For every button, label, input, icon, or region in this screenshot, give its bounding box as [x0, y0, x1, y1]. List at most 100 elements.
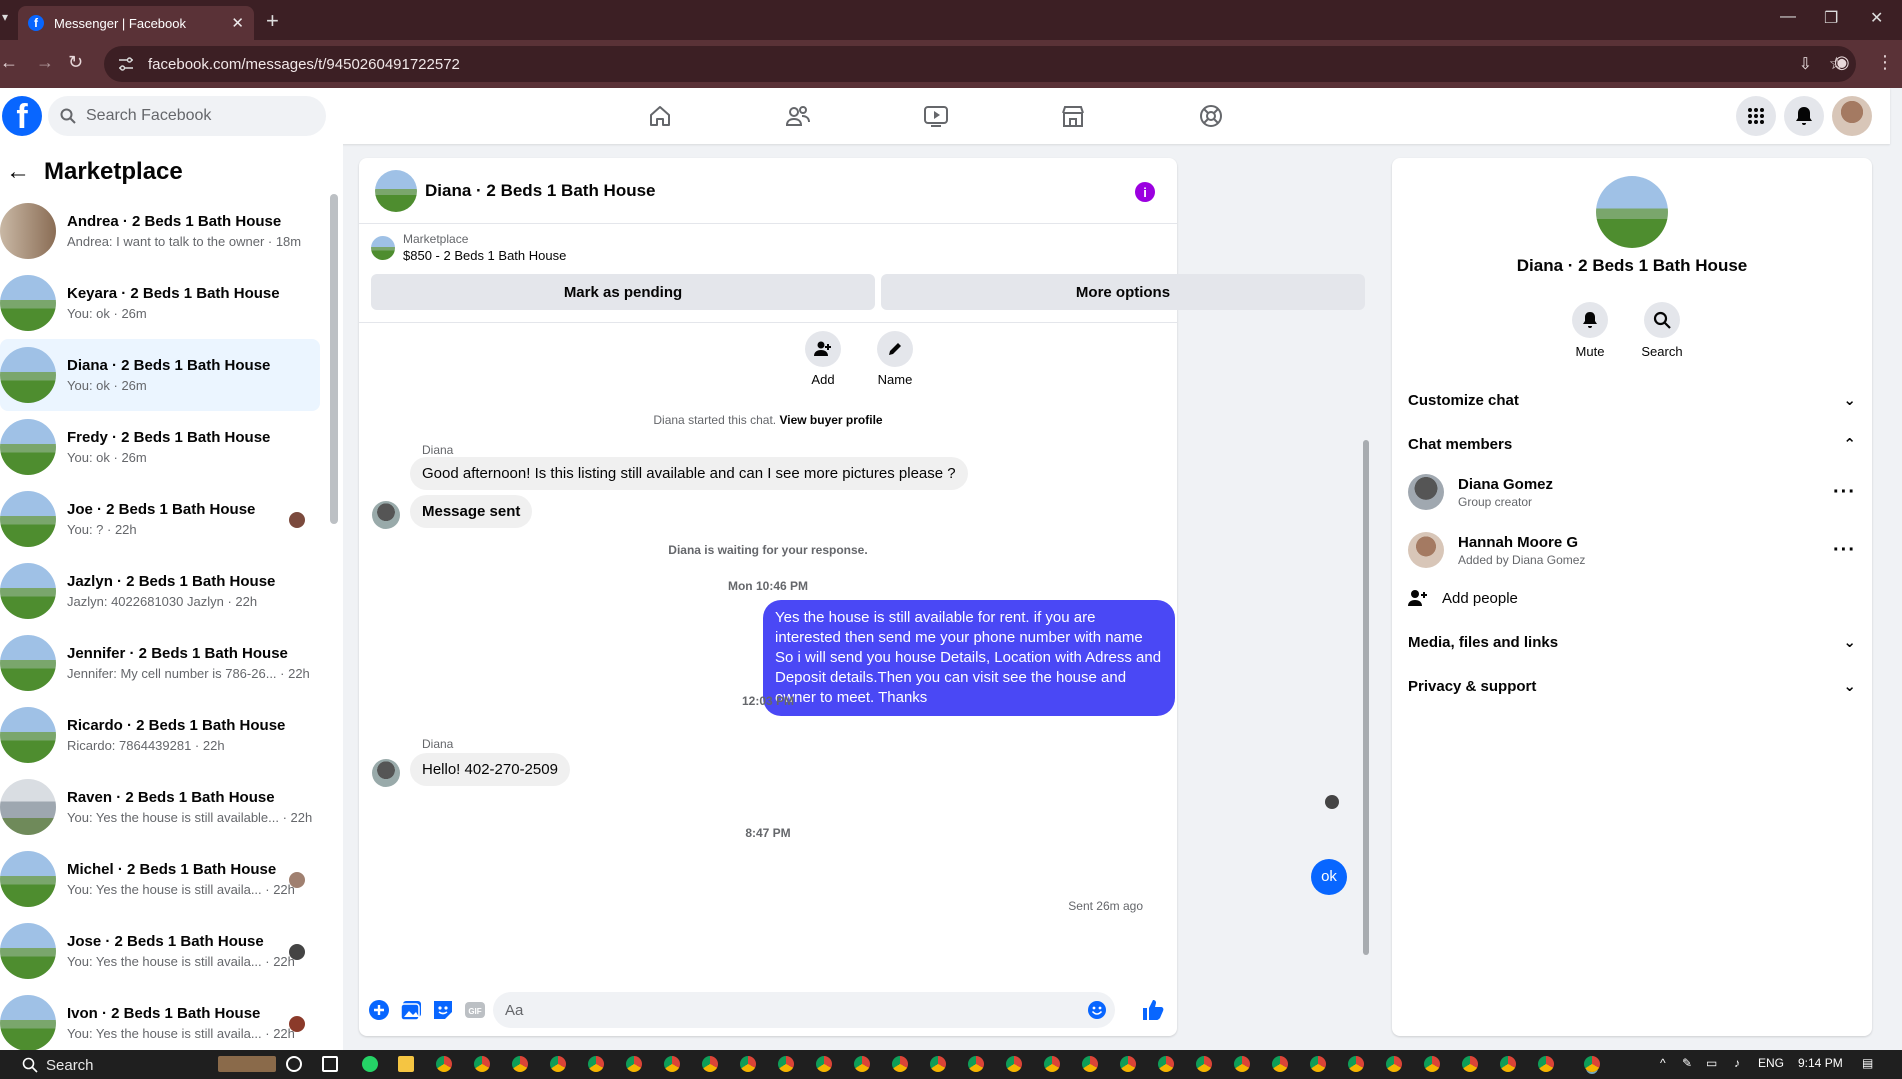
outgoing-message[interactable]: ok	[1311, 859, 1347, 895]
sticker-icon[interactable]	[431, 998, 455, 1022]
volume-icon[interactable]: ♪	[1734, 1056, 1740, 1070]
chrome-icon[interactable]	[854, 1056, 870, 1072]
conversation-item[interactable]: Keyara · 2 Beds 1 Bath House You: ok · 26…	[0, 267, 325, 339]
chrome-icon[interactable]	[1120, 1056, 1136, 1072]
conversation-item-active[interactable]: Diana · 2 Beds 1 Bath House You: ok · 26m	[0, 339, 320, 411]
whatsapp-icon[interactable]	[362, 1056, 378, 1072]
chat-members-row[interactable]: Chat members ⌃	[1408, 426, 1856, 462]
privacy-support-row[interactable]: Privacy & support ⌄	[1408, 668, 1856, 704]
chrome-icon[interactable]	[1006, 1056, 1022, 1072]
marketplace-icon[interactable]	[1057, 100, 1089, 132]
chrome-icon[interactable]	[702, 1056, 718, 1072]
listing-summary[interactable]: Marketplace $850 - 2 Beds 1 Bath House	[371, 232, 566, 263]
chrome-icon[interactable]	[892, 1056, 908, 1072]
plus-circle-icon[interactable]	[367, 998, 391, 1022]
media-files-links-row[interactable]: Media, files and links ⌄	[1408, 624, 1856, 660]
menu-grid-icon[interactable]	[1736, 96, 1776, 136]
photo-icon[interactable]	[399, 998, 423, 1022]
install-app-icon[interactable]: ⇩	[1799, 54, 1812, 74]
chrome-icon[interactable]	[968, 1056, 984, 1072]
chat-avatar-large[interactable]	[1596, 176, 1668, 248]
conversation-item[interactable]: Ivon · 2 Beds 1 Bath House You: Yes the h…	[0, 987, 325, 1050]
conversation-item[interactable]: Ricardo · 2 Beds 1 Bath House Ricardo: 78…	[0, 699, 325, 771]
conversation-item[interactable]: Raven · 2 Beds 1 Bath House You: Yes the …	[0, 771, 325, 843]
chrome-icon[interactable]	[436, 1056, 452, 1072]
add-member-button[interactable]: Add	[793, 331, 853, 387]
conversation-item[interactable]: Andrea · 2 Beds 1 Bath House Andrea: I wa…	[0, 195, 325, 267]
clock[interactable]: 9:14 PM	[1798, 1056, 1843, 1070]
chat-title[interactable]: Diana · 2 Beds 1 Bath House	[425, 181, 656, 201]
sender-avatar[interactable]	[372, 759, 400, 787]
back-arrow-icon[interactable]: ←	[6, 158, 30, 186]
chrome-icon[interactable]	[1044, 1056, 1060, 1072]
message-scrollbar[interactable]	[1363, 440, 1369, 955]
facebook-search-input[interactable]: Search Facebook	[48, 96, 326, 136]
new-tab-icon[interactable]: +	[266, 8, 279, 34]
restore-icon[interactable]: ❐	[1824, 8, 1838, 28]
tray-chevron-icon[interactable]: ^	[1660, 1056, 1666, 1070]
chrome-icon[interactable]	[664, 1056, 680, 1072]
facebook-logo-icon[interactable]: f	[2, 96, 42, 136]
incoming-message[interactable]: Good afternoon! Is this listing still av…	[410, 457, 968, 490]
notification-center-icon[interactable]: ▤	[1862, 1056, 1873, 1070]
language-indicator[interactable]: ENG	[1758, 1056, 1784, 1070]
watch-icon[interactable]	[920, 100, 952, 132]
search-in-chat-button[interactable]: Search	[1632, 302, 1692, 359]
task-view-icon[interactable]	[322, 1056, 338, 1072]
network-icon[interactable]: ▭	[1706, 1056, 1717, 1070]
address-bar[interactable]: facebook.com/messages/t/9450260491722572…	[104, 46, 1856, 82]
add-people-row[interactable]: Add people	[1408, 580, 1856, 616]
message-input[interactable]: Aa	[493, 992, 1115, 1028]
conversation-item[interactable]: Michel · 2 Beds 1 Bath House You: Yes the…	[0, 843, 325, 915]
forward-icon[interactable]: →	[36, 52, 54, 73]
chrome-icon[interactable]	[740, 1056, 756, 1072]
file-explorer-icon[interactable]	[398, 1056, 414, 1072]
chrome-icon[interactable]	[1196, 1056, 1212, 1072]
mute-button[interactable]: Mute	[1560, 302, 1620, 359]
notifications-bell-icon[interactable]	[1784, 96, 1824, 136]
name-chat-button[interactable]: Name	[865, 331, 925, 387]
member-item[interactable]: Diana Gomez Group creator ···	[1408, 468, 1856, 516]
chrome-icon[interactable]	[512, 1056, 528, 1072]
gif-icon[interactable]: GIF	[463, 998, 487, 1022]
cortana-icon[interactable]	[286, 1056, 302, 1072]
chrome-icon[interactable]	[1082, 1056, 1098, 1072]
info-icon[interactable]: i	[1135, 182, 1155, 202]
chrome-icon[interactable]	[626, 1056, 642, 1072]
view-buyer-profile-link[interactable]: View buyer profile	[779, 413, 882, 427]
conversation-item[interactable]: Jennifer · 2 Beds 1 Bath House Jennifer: …	[0, 627, 325, 699]
reload-icon[interactable]: ↻	[68, 52, 83, 73]
tab-list-chevron-icon[interactable]: ▾	[2, 10, 8, 24]
incoming-message[interactable]: Hello! 402-270-2509	[410, 753, 570, 786]
thumbs-up-icon[interactable]	[1141, 998, 1165, 1022]
more-options-icon[interactable]: ···	[1833, 539, 1856, 562]
conversation-item[interactable]: Jazlyn · 2 Beds 1 Bath House Jazlyn: 4022…	[0, 555, 325, 627]
emoji-icon[interactable]	[1087, 1000, 1107, 1020]
incoming-message[interactable]: Message sent	[410, 495, 533, 528]
sidebar-scrollbar[interactable]	[330, 194, 338, 524]
taskbar-widget-icon[interactable]	[218, 1056, 276, 1072]
chrome-icon[interactable]	[1158, 1056, 1174, 1072]
conversation-item[interactable]: Jose · 2 Beds 1 Bath House You: Yes the h…	[0, 915, 325, 987]
taskbar-search[interactable]: Search	[22, 1054, 212, 1076]
chrome-icon[interactable]	[816, 1056, 832, 1072]
profile-icon[interactable]: ◉	[1834, 52, 1850, 73]
chat-avatar[interactable]	[375, 169, 417, 212]
sender-avatar[interactable]	[372, 501, 400, 529]
pen-icon[interactable]: ✎	[1682, 1056, 1692, 1070]
more-options-button[interactable]: More options	[881, 274, 1365, 310]
chrome-icon[interactable]	[1462, 1056, 1478, 1072]
gaming-icon[interactable]	[1195, 100, 1227, 132]
browser-menu-icon[interactable]: ⋮	[1876, 52, 1894, 73]
chrome-icon[interactable]	[474, 1056, 490, 1072]
chrome-icon[interactable]	[1234, 1056, 1250, 1072]
account-avatar[interactable]	[1832, 96, 1872, 136]
mark-as-pending-button[interactable]: Mark as pending	[371, 274, 875, 310]
friends-icon[interactable]	[782, 100, 814, 132]
chrome-icon[interactable]	[1386, 1056, 1402, 1072]
browser-tab[interactable]: f Messenger | Facebook ✕	[18, 6, 254, 40]
chrome-icon[interactable]	[550, 1056, 566, 1072]
chrome-icon[interactable]	[1348, 1056, 1364, 1072]
chrome-icon[interactable]	[1538, 1056, 1554, 1072]
home-icon[interactable]	[644, 100, 676, 132]
